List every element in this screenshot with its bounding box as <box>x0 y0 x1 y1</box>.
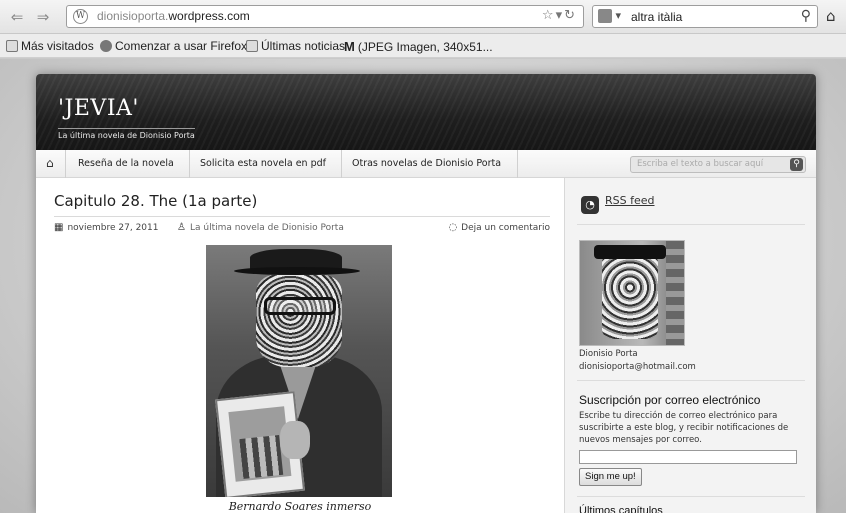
site-search-placeholder: Escriba el texto a buscar aquí <box>637 159 764 169</box>
bookmark-label: Comenzar a usar Firefox <box>115 39 248 53</box>
hand-shape <box>280 421 310 459</box>
hat-brim-shape <box>234 267 360 275</box>
url-bar-icons: ☆▾↻ <box>542 8 577 23</box>
firefox-icon <box>100 40 112 52</box>
post-author[interactable]: ♙ La última novela de Dionisio Porta <box>177 222 344 233</box>
back-arrow-icon[interactable]: ⇐ <box>8 8 26 26</box>
comment-link-text: Deja un comentario <box>461 223 550 233</box>
book-cover-figures <box>239 434 284 479</box>
site-search-input[interactable]: Escriba el texto a buscar aquí ⚲ <box>630 156 806 173</box>
mask-face-shape <box>256 275 342 367</box>
menu-separator <box>510 150 518 178</box>
bookmark-firefox[interactable]: Comenzar a usar Firefox <box>100 39 247 53</box>
main-menu: ⌂ Reseña de la novela Solicita esta nove… <box>36 150 816 178</box>
post-date-text: noviembre 27, 2011 <box>67 223 159 233</box>
rss-icon: ◔ <box>581 196 599 214</box>
sign-me-up-button[interactable]: Sign me up! <box>579 468 642 486</box>
url-domain: dionisioporta. <box>97 9 169 23</box>
subscription-title: Suscripción por correo electrónico <box>579 393 761 407</box>
bookmark-label: Más visitados <box>21 39 94 53</box>
menu-item-otras[interactable]: Otras novelas de Dionisio Porta <box>352 158 501 169</box>
sidebar-divider <box>577 380 805 381</box>
sidebar: ◔ RSS feed Dionisio Porta dionisioporta@h… <box>564 178 816 513</box>
glasses-shape <box>264 297 336 315</box>
reload-icon[interactable]: ↻ <box>564 8 577 23</box>
gmail-icon: M <box>344 39 355 54</box>
search-engine-logo-icon <box>598 9 612 23</box>
bookmark-label: (JPEG Imagen, 340x51... <box>357 40 493 54</box>
page-viewport: 'JEVIA' La última novela de Dionisio Por… <box>0 59 846 513</box>
calendar-icon: ▦ <box>54 222 64 233</box>
search-engine-selector[interactable]: ▾ <box>598 9 626 25</box>
comment-icon: ◌ <box>448 222 458 233</box>
chevron-down-icon: ▾ <box>615 9 622 22</box>
magnifier-icon[interactable]: ⚲ <box>801 8 811 24</box>
url-rest: wordpress.com <box>168 9 250 23</box>
bookmarks-toolbar: Más visitados Comenzar a usar Firefox Úl… <box>0 34 846 58</box>
home-icon[interactable]: ⌂ <box>46 156 54 170</box>
rss-feed-label: RSS feed <box>605 194 655 207</box>
post-content: Capitulo 28. The (1a parte) ▦ noviembre 2… <box>36 178 564 513</box>
author-email[interactable]: dionisioporta@hotmail.com <box>579 362 696 372</box>
url-text[interactable]: dionisioporta.wordpress.com <box>97 9 250 23</box>
menu-separator <box>334 150 342 178</box>
comment-link[interactable]: ◌ Deja un comentario <box>448 222 550 233</box>
search-bar[interactable]: ▾ altra itàlia ⚲ <box>592 5 818 28</box>
rss-feed-link[interactable]: ◔ RSS feed <box>581 194 655 214</box>
sidebar-divider <box>577 496 805 497</box>
rss-feed-icon <box>246 40 258 52</box>
url-bar[interactable]: W dionisioporta.wordpress.com ☆▾↻ <box>66 5 584 28</box>
menu-item-solicita[interactable]: Solicita esta novela en pdf <box>200 158 326 169</box>
sidebar-divider <box>577 224 805 225</box>
last-chapters-title: Últimos capítulos <box>579 505 663 513</box>
user-icon: ♙ <box>177 222 186 233</box>
bookmark-news[interactable]: Últimas noticias <box>246 39 345 53</box>
site-header: 'JEVIA' La última novela de Dionisio Por… <box>36 74 816 150</box>
email-field[interactable] <box>579 450 797 464</box>
menu-separator <box>182 150 190 178</box>
bookmark-star-icon[interactable]: ☆ <box>542 8 556 23</box>
author-avatar[interactable] <box>579 240 685 346</box>
screenshot-root: ⇐ ⇒ W dionisioporta.wordpress.com ☆▾↻ ▾ … <box>0 0 846 513</box>
bookmark-jpeg[interactable]: M (JPEG Imagen, 340x51... <box>344 39 493 54</box>
mask-face-shape <box>602 253 658 339</box>
browser-navbar: ⇐ ⇒ W dionisioporta.wordpress.com ☆▾↻ ▾ … <box>0 0 846 34</box>
menu-separator <box>58 150 66 178</box>
dropdown-icon[interactable]: ▾ <box>556 8 565 23</box>
wordpress-favicon-icon: W <box>73 9 88 24</box>
site-tagline: La última novela de Dionisio Porta <box>58 128 195 140</box>
post-author-text: La última novela de Dionisio Porta <box>189 223 344 233</box>
blog-site: 'JEVIA' La última novela de Dionisio Por… <box>36 74 816 513</box>
hat-shape <box>594 245 666 259</box>
image-caption: Bernardo Soares inmerso <box>228 500 372 513</box>
subscription-description: Escribe tu dirección de correo electróni… <box>579 411 789 445</box>
home-icon[interactable]: ⌂ <box>826 7 836 25</box>
site-title[interactable]: 'JEVIA' <box>58 96 139 121</box>
search-icon[interactable]: ⚲ <box>790 158 803 171</box>
bookmark-most-visited[interactable]: Más visitados <box>6 39 94 53</box>
bookmark-label: Últimas noticias <box>261 39 346 53</box>
menu-item-resena[interactable]: Reseña de la novela <box>78 158 174 169</box>
post-title[interactable]: Capitulo 28. The (1a parte) <box>54 192 257 210</box>
search-query[interactable]: altra itàlia <box>631 10 682 24</box>
bookmark-folder-icon <box>6 40 18 52</box>
author-name: Dionisio Porta <box>579 349 638 359</box>
post-image[interactable] <box>206 245 392 497</box>
post-date: ▦ noviembre 27, 2011 <box>54 222 159 233</box>
bookshelf-shape <box>666 241 684 345</box>
forward-arrow-icon[interactable]: ⇒ <box>34 8 52 26</box>
post-title-divider <box>54 216 550 217</box>
